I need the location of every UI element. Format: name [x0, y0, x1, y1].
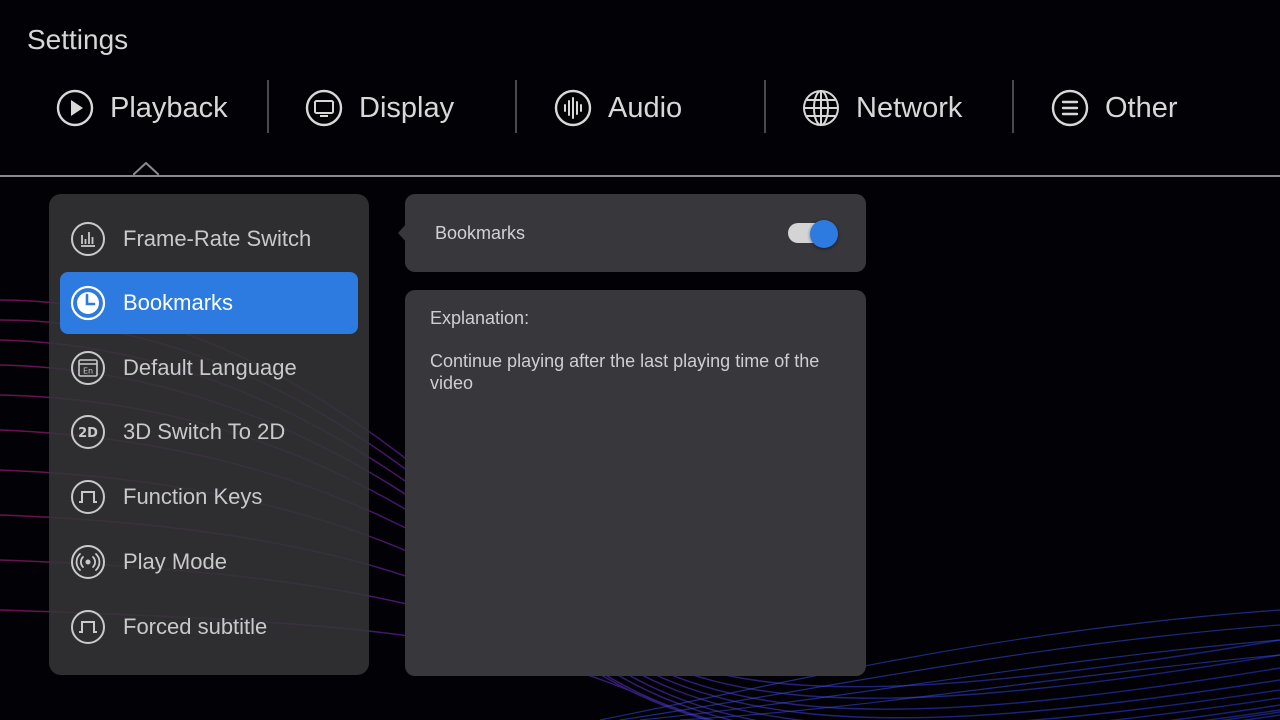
menu-item-default-language[interactable]: En Default Language [60, 337, 358, 399]
menu-item-label: Function Keys [123, 484, 263, 509]
menu-item-forced-subtitle[interactable]: Forced subtitle [60, 596, 358, 658]
menu-item-function-keys[interactable]: Function Keys [60, 466, 358, 528]
tab-label: Playback [110, 91, 228, 124]
menu-item-label: Play Mode [123, 549, 227, 574]
menu-item-3d-switch-to-2d[interactable]: 2D 3D Switch To 2D [60, 401, 358, 463]
tab-bar: Playback Display Audio Network Other [0, 70, 1280, 146]
tab-divider [1012, 80, 1014, 133]
menu-item-label: Forced subtitle [123, 614, 268, 639]
toggle-thumb [810, 220, 838, 248]
explanation-card: Explanation: Continue playing after the … [405, 290, 866, 676]
menu-item-label: Default Language [123, 355, 297, 380]
broadcast-icon [70, 544, 106, 580]
submenu-panel: Frame-Rate Switch Bookmarks En Default L… [49, 194, 369, 675]
menu-item-label: 3D Switch To 2D [123, 419, 286, 444]
bookmarks-toggle[interactable] [788, 220, 838, 248]
tab-other[interactable]: Other [1051, 70, 1178, 146]
menu-item-frame-rate-switch[interactable]: Frame-Rate Switch [60, 208, 358, 270]
tab-divider [764, 80, 766, 133]
explanation-text: Continue playing after the last playing … [430, 351, 820, 393]
play-circle-icon [56, 89, 94, 127]
tab-display[interactable]: Display [305, 70, 454, 146]
menu-item-bookmarks[interactable]: Bookmarks [60, 272, 358, 334]
monitor-icon [305, 89, 343, 127]
page-title: Settings [27, 24, 129, 55]
bookmarks-toggle-card: Bookmarks [405, 194, 866, 272]
2d-badge-text: 2D [78, 426, 98, 441]
language-en-icon: En [70, 350, 106, 386]
tab-label: Display [359, 91, 455, 124]
globe-icon [802, 89, 840, 127]
badge-2d-icon: 2D [70, 414, 106, 450]
tab-network[interactable]: Network [802, 70, 962, 146]
explanation-heading: Explanation: [430, 308, 530, 328]
selection-connector [398, 222, 408, 244]
toggle-label: Bookmarks [435, 223, 526, 243]
tab-audio[interactable]: Audio [554, 70, 682, 146]
tab-label: Audio [608, 91, 683, 124]
tab-label: Other [1105, 91, 1178, 124]
pulse-square-icon [70, 609, 106, 645]
bar-chart-icon [70, 221, 106, 257]
menu-item-label: Bookmarks [123, 290, 234, 315]
clock-icon [70, 285, 106, 321]
pulse-square-icon [70, 479, 106, 515]
menu-item-play-mode[interactable]: Play Mode [60, 531, 358, 593]
audio-wave-icon [554, 89, 592, 127]
tab-playback[interactable]: Playback [56, 70, 228, 146]
active-tab-pointer [133, 162, 159, 176]
menu-lines-icon [1051, 89, 1089, 127]
en-badge-text: En [83, 367, 93, 376]
tab-label: Network [856, 91, 963, 124]
tab-divider [267, 80, 269, 133]
tab-underline [0, 175, 1280, 177]
tab-divider [515, 80, 517, 133]
menu-item-label: Frame-Rate Switch [123, 226, 312, 251]
